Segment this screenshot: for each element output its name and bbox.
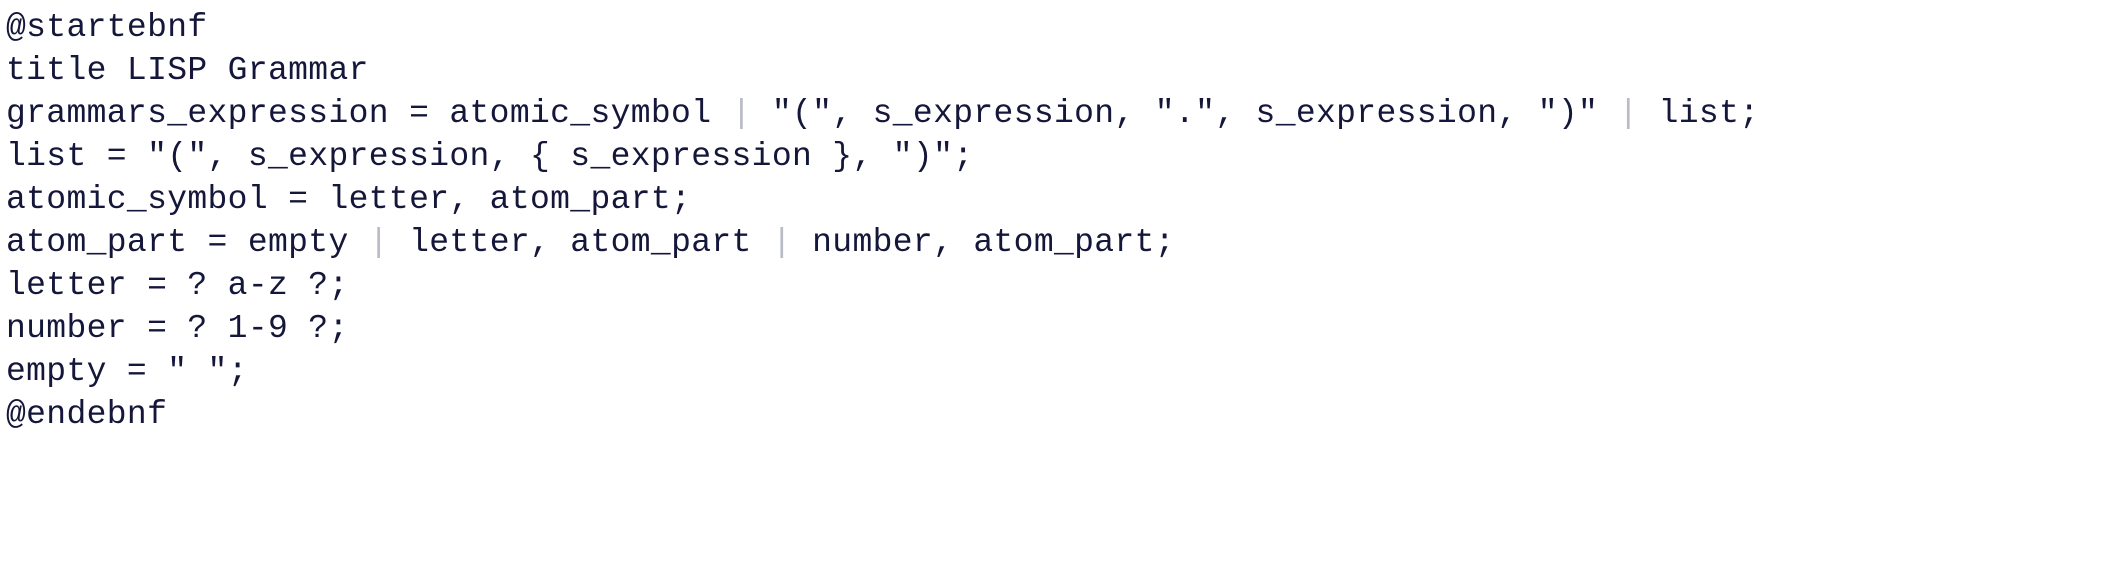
code-token-plain: @endebnf: [6, 396, 168, 433]
code-token-pipe: |: [731, 95, 752, 132]
code-token-plain: atom_part = empty: [6, 224, 369, 261]
code-token-plain: , s_expression, { s_expression },: [207, 138, 893, 175]
code-line: grammars_expression = atomic_symbol | ″(…: [6, 92, 2103, 135]
code-line: number = ? 1-9 ?;: [6, 307, 2103, 350]
code-token-pipe: |: [1618, 95, 1639, 132]
code-token-pipe: |: [368, 224, 389, 261]
code-token-plain: number, atom_part;: [792, 224, 1175, 261]
code-token-quote: ″ ″: [167, 353, 228, 390]
code-line: letter = ? a-z ?;: [6, 264, 2103, 307]
code-token-plain: atomic_symbol = letter, atom_part;: [6, 181, 692, 218]
code-line: title LISP Grammar: [6, 49, 2103, 92]
code-token-plain: , s_expression,: [1215, 95, 1538, 132]
code-line: list = ″(″, s_expression, { s_expression…: [6, 135, 2103, 178]
code-token-plain: list;: [1638, 95, 1760, 132]
code-token-quote: ″.″: [1154, 95, 1216, 132]
code-token-plain: @startebnf: [6, 9, 208, 46]
code-token-plain: , s_expression,: [832, 95, 1155, 132]
code-token-plain: list =: [6, 138, 148, 175]
code-token-plain: ;: [227, 353, 248, 390]
code-line: @endebnf: [6, 393, 2103, 436]
code-line: empty = ″ ″;: [6, 350, 2103, 393]
code-token-plain: letter, atom_part: [388, 224, 772, 261]
code-line: atom_part = empty | letter, atom_part | …: [6, 221, 2103, 264]
code-token-plain: letter = ? a-z ?;: [6, 267, 349, 304]
code-token-quote: ″(″: [147, 138, 208, 175]
code-token-plain: grammars_expression = atomic_symbol: [6, 95, 732, 132]
ebnf-code-listing: @startebnf title LISP Grammar grammars_exp…: [0, 0, 2103, 566]
code-token-quote: ″)″: [1537, 95, 1599, 132]
code-token-quote: ″)″: [892, 138, 954, 175]
code-line: atomic_symbol = letter, atom_part;: [6, 178, 2103, 221]
code-line: @startebnf: [6, 6, 2103, 49]
code-token-plain: title LISP Grammar: [6, 52, 369, 89]
code-token-plain: empty =: [6, 353, 168, 390]
code-token-plain: ;: [953, 138, 974, 175]
code-token-quote: ″(″: [771, 95, 833, 132]
code-token-plain: number = ? 1-9 ?;: [6, 310, 349, 347]
code-token-pipe: |: [771, 224, 792, 261]
